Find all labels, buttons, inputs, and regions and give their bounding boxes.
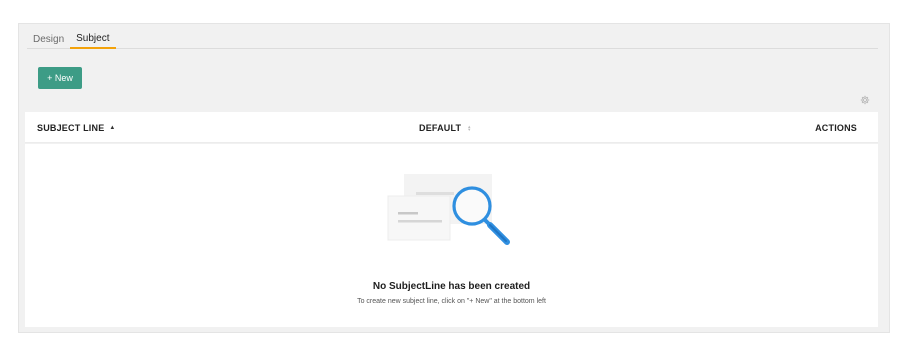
magnifier-illustration xyxy=(387,174,510,245)
empty-state-subtitle: To create new subject line, click on "+ … xyxy=(357,298,546,305)
sort-both-icon: ▲ ▼ xyxy=(467,123,472,132)
column-header-actions: ACTIONS xyxy=(815,112,857,143)
column-header-subject-line[interactable]: SUBJECT LINE ▲ xyxy=(37,112,116,143)
column-header-subject-line-label: SUBJECT LINE xyxy=(37,122,105,133)
settings-gear-icon[interactable] xyxy=(860,95,870,105)
column-header-actions-label: ACTIONS xyxy=(815,122,857,133)
empty-state: No SubjectLine has been created To creat… xyxy=(25,144,878,327)
sort-ascending-icon: ▲ xyxy=(109,124,116,131)
subject-panel: Design Subject + New SUBJECT LINE ▲ DEFA… xyxy=(18,23,890,333)
column-header-default[interactable]: DEFAULT ▲ ▼ xyxy=(419,112,471,143)
empty-state-title: No SubjectLine has been created xyxy=(372,281,531,292)
tab-design[interactable]: Design xyxy=(27,31,70,48)
new-subject-button[interactable]: + New xyxy=(38,67,82,89)
tab-bar: Design Subject xyxy=(27,32,878,49)
table-header: SUBJECT LINE ▲ DEFAULT ▲ ▼ ACTIONS xyxy=(25,112,878,143)
column-header-default-label: DEFAULT xyxy=(419,122,462,133)
tab-subject[interactable]: Subject xyxy=(70,32,116,49)
